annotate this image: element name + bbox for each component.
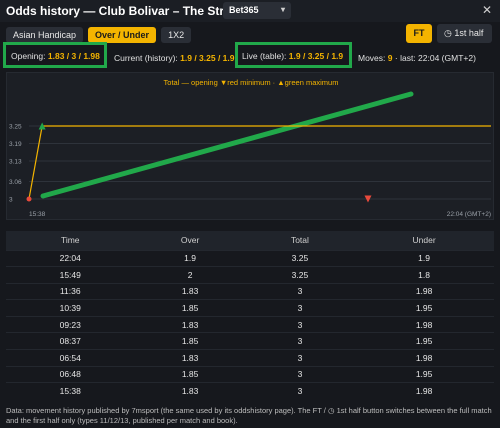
column-header-total: Total bbox=[245, 231, 355, 250]
cell-total: 3.25 bbox=[245, 249, 355, 267]
cell-under: 1.95 bbox=[354, 299, 494, 317]
x-start-label: 15:38 bbox=[29, 211, 46, 218]
cell-over: 1.85 bbox=[134, 365, 246, 383]
cell-over: 1.85 bbox=[134, 299, 246, 317]
table-row: 08:37 1.85 3 1.95 bbox=[6, 332, 494, 350]
bookmaker-value: Bet365 bbox=[229, 5, 259, 15]
cell-under: 1.8 bbox=[354, 266, 494, 284]
tab-1x2[interactable]: 1X2 bbox=[161, 27, 192, 43]
column-header-under: Under bbox=[354, 231, 494, 250]
cell-time: 15:49 bbox=[6, 266, 135, 284]
moves-count: 9 bbox=[387, 53, 393, 63]
cell-over: 1.83 bbox=[134, 282, 246, 300]
cell-time: 10:39 bbox=[6, 299, 135, 317]
y-tick-label: 3.25 bbox=[9, 124, 22, 131]
odds-chart: Total — opening ▼red minimum · ▲green ma… bbox=[6, 72, 494, 220]
cell-time: 06:48 bbox=[6, 365, 135, 383]
cell-time: 15:38 bbox=[6, 382, 135, 400]
cell-under: 1.95 bbox=[354, 365, 494, 383]
chevron-down-icon: ▾ bbox=[280, 5, 285, 14]
odds-table: Time Over Total Under 22:04 1.9 3.25 1.9 15:… bbox=[6, 231, 494, 401]
close-icon[interactable]: ✕ bbox=[482, 3, 492, 17]
cell-under: 1.98 bbox=[354, 349, 494, 367]
cell-over: 1.83 bbox=[134, 382, 246, 400]
clock-icon: ◷ bbox=[444, 28, 452, 38]
cell-total: 3.25 bbox=[245, 266, 355, 284]
highlight-annotation bbox=[40, 91, 414, 199]
cell-under: 1.95 bbox=[354, 332, 494, 350]
market-tabs: Asian Handicap Over / Under 1X2 bbox=[6, 27, 192, 43]
y-tick-label: 3 bbox=[9, 197, 13, 204]
cell-time: 08:37 bbox=[6, 332, 135, 350]
x-end-label: 22:04 (GMT+2) bbox=[447, 211, 491, 218]
cell-under: 1.98 bbox=[354, 282, 494, 300]
current-label: Current (history): bbox=[114, 53, 178, 63]
cell-over: 2 bbox=[134, 266, 246, 284]
tab-asian-handicap[interactable]: Asian Handicap bbox=[6, 27, 84, 43]
table-row: 22:04 1.9 3.25 1.9 bbox=[6, 249, 494, 267]
live-odds: Live (table): 1.9 / 3.25 / 1.9 bbox=[235, 42, 353, 68]
column-header-time: Time bbox=[6, 231, 135, 250]
y-tick-label: 3.13 bbox=[9, 159, 22, 166]
footer-note: Data: movement history published by 7msp… bbox=[6, 406, 492, 425]
cell-total: 3 bbox=[245, 349, 355, 367]
ft-button[interactable]: FT bbox=[406, 24, 432, 43]
current-value: 1.9 / 3.25 / 1.9 bbox=[180, 53, 235, 63]
cell-under: 1.98 bbox=[354, 382, 494, 400]
table-header-row: Time Over Total Under bbox=[6, 231, 494, 250]
table-row: 06:54 1.83 3 1.98 bbox=[6, 349, 494, 367]
bookmaker-select[interactable]: Bet365 ▾ bbox=[223, 2, 291, 19]
cell-over: 1.83 bbox=[134, 349, 246, 367]
table-row: 06:48 1.85 3 1.95 bbox=[6, 365, 494, 383]
opening-value: 1.83 / 3 / 1.98 bbox=[47, 51, 100, 61]
cell-over: 1.83 bbox=[134, 315, 246, 333]
chart-legend: Total — opening ▼red minimum · ▲green ma… bbox=[164, 78, 339, 87]
cell-over: 1.9 bbox=[134, 249, 246, 267]
odds-chart-svg: Total — opening ▼red minimum · ▲green ma… bbox=[9, 78, 491, 218]
table-row: 15:49 2 3.25 1.8 bbox=[6, 266, 494, 284]
first-half-label: 1st half bbox=[454, 28, 484, 38]
cell-total: 3 bbox=[245, 299, 355, 317]
cell-under: 1.98 bbox=[354, 315, 494, 333]
cell-under: 1.9 bbox=[354, 249, 494, 267]
cell-over: 1.85 bbox=[134, 332, 246, 350]
table-row: 15:38 1.83 3 1.98 bbox=[6, 382, 494, 400]
header-bar: Odds history — Club Bolivar – The Strong… bbox=[0, 0, 500, 22]
column-header-over: Over bbox=[134, 231, 246, 250]
moves-info: Moves: 9 · last: 22:04 (GMT+2) bbox=[358, 49, 476, 66]
cell-time: 09:23 bbox=[6, 315, 135, 333]
first-half-button[interactable]: ◷ 1st half bbox=[437, 24, 492, 43]
cell-time: 06:54 bbox=[6, 349, 135, 367]
y-tick-label: 3.19 bbox=[9, 141, 22, 148]
opening-odds: Opening: 1.83 / 3 / 1.98 bbox=[3, 42, 107, 68]
cell-time: 22:04 bbox=[6, 249, 135, 267]
cell-total: 3 bbox=[245, 315, 355, 333]
table-row: 10:39 1.85 3 1.95 bbox=[6, 299, 494, 317]
cell-time: 11:36 bbox=[6, 282, 135, 300]
moves-last: · last: 22:04 (GMT+2) bbox=[394, 53, 476, 63]
opening-marker bbox=[26, 196, 32, 202]
cell-total: 3 bbox=[245, 332, 355, 350]
live-label: Live (table): bbox=[242, 51, 287, 61]
cell-total: 3 bbox=[245, 382, 355, 400]
opening-label: Opening: bbox=[11, 51, 46, 61]
live-value: 1.9 / 3.25 / 1.9 bbox=[288, 51, 344, 61]
cell-total: 3 bbox=[245, 365, 355, 383]
table-row: 09:23 1.83 3 1.98 bbox=[6, 315, 494, 333]
tab-over-under[interactable]: Over / Under bbox=[88, 27, 157, 43]
table-row: 11:36 1.83 3 1.98 bbox=[6, 282, 494, 300]
current-odds: Current (history): 1.9 / 3.25 / 1.9 bbox=[114, 49, 235, 66]
y-tick-label: 3.06 bbox=[9, 179, 22, 186]
cell-total: 3 bbox=[245, 282, 355, 300]
moves-label: Moves: bbox=[358, 53, 386, 63]
